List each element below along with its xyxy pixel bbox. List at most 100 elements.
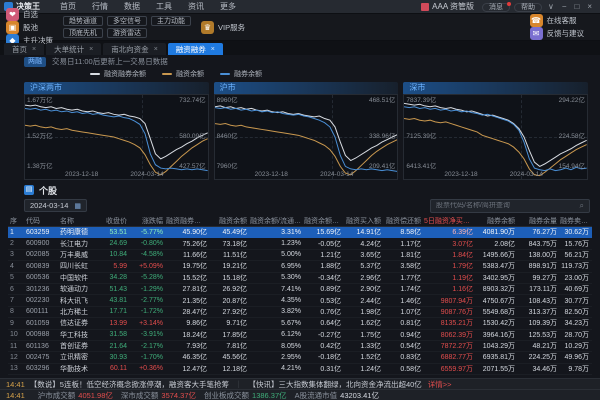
menu-item-资讯[interactable]: 资讯 xyxy=(180,2,212,11)
table-row[interactable]: 6301236软通动力51.43-1.29%27.81亿26.92亿7.41%0… xyxy=(8,284,592,295)
news-ticker[interactable]: 14:41【数说】5连板！低空经济概念掀涨停潮，融资客大手笔抢筹｜【快讯】三大指… xyxy=(0,378,600,389)
legend-item-融券余额: 融券余额 xyxy=(220,69,262,79)
table-row[interactable]: 3002085万丰奥威10.84-4.58%11.66亿11.51亿5.00%1… xyxy=(8,250,592,261)
menu-bar: 首页行情数据工具资讯更多 xyxy=(52,1,244,12)
cell-chg: -0.34亿 xyxy=(304,273,344,283)
column-header-7[interactable]: 融资余额/流通市值 xyxy=(250,216,304,226)
x-axis-label-start: 2023-12-18 xyxy=(65,171,98,178)
x-axis-label-start: 2023-12-18 xyxy=(255,171,288,178)
table-row[interactable]: 1603259药明康德53.51-5.77%45.90亿45.49亿3.31%1… xyxy=(8,227,592,238)
menu-item-行情[interactable]: 行情 xyxy=(84,2,116,11)
column-header-3[interactable]: 收盘价 xyxy=(98,216,130,226)
column-header-8[interactable]: 融资余额增减 xyxy=(304,216,344,226)
table-row[interactable]: 13603296华勤技术60.11+0.36%12.47亿12.18亿4.21%… xyxy=(8,364,592,375)
table-row[interactable]: 5600536中国软件34.28-5.28%15.52亿15.18亿5.30%-… xyxy=(8,273,592,284)
strategy-button-趋势通道[interactable]: 趋势通道 xyxy=(63,16,103,26)
toolbar-item-自选[interactable]: ❤自选 xyxy=(6,8,53,21)
toolbar-item-反馈与建议[interactable]: ✉反馈与建议 xyxy=(530,27,585,40)
cell-chg: -0.27亿 xyxy=(304,330,344,340)
collapse-button[interactable]: ∨ xyxy=(544,2,558,11)
market-ticker[interactable]: 14:41沪市成交额4051.98亿深市成交额3574.37亿创业板成交额138… xyxy=(0,389,600,400)
toolbar-item-股池[interactable]: ▣股池 xyxy=(6,21,53,34)
cell-rq: 5549.68万 xyxy=(476,307,518,317)
tab-close-icon[interactable]: × xyxy=(154,46,158,53)
column-header-2[interactable]: 名称 xyxy=(58,216,98,226)
ticker-headline[interactable]: 【数说】5连板！低空经济概念掀涨停潮，融资客大手笔抢筹 xyxy=(30,379,229,390)
column-header-5[interactable]: 融资融券余额 xyxy=(166,216,210,226)
legend-item-融资融券余额: 融资融券余额 xyxy=(90,69,146,79)
tab-close-icon[interactable]: × xyxy=(211,46,215,53)
column-header-1[interactable]: 代码 xyxy=(24,216,58,226)
tab-close-icon[interactable]: × xyxy=(89,46,93,53)
strategy-button-主力动能[interactable]: 主力动能 xyxy=(151,16,191,26)
document-icon: ▤ xyxy=(24,185,34,195)
tab-大单统计[interactable]: 大单统计× xyxy=(46,43,101,55)
cell-repay: 8.58亿 xyxy=(384,227,424,237)
search-input[interactable] xyxy=(436,202,577,209)
titlebar-button-消息[interactable]: 消息 xyxy=(482,3,510,12)
strategy-button-多空信号[interactable]: 多空信号 xyxy=(107,16,147,26)
tab-首页[interactable]: 首页× xyxy=(4,43,44,55)
cell-rz: 7.81亿 xyxy=(210,341,250,351)
column-header-6[interactable]: 融资余额 xyxy=(210,216,250,226)
cell-rz: 17.85亿 xyxy=(210,330,250,340)
menu-item-更多[interactable]: 更多 xyxy=(212,2,244,11)
table-row[interactable]: 10000988华工科技31.58-3.91%18.24亿17.85亿6.12%… xyxy=(8,330,592,341)
cell-pct: +5.09% xyxy=(130,263,166,270)
chart-plot[interactable]: 1.67万亿1.52万亿1.38万亿732.74亿580.09亿427.57亿2… xyxy=(24,94,209,180)
menu-item-数据[interactable]: 数据 xyxy=(116,2,148,11)
cell-name: 信达证券 xyxy=(58,318,98,328)
column-header-0[interactable]: 序 xyxy=(8,216,24,226)
market-stat-value: 3574.37亿 xyxy=(161,390,196,400)
column-header-12[interactable]: 融券余额 xyxy=(476,216,518,226)
menu-item-工具[interactable]: 工具 xyxy=(148,2,180,11)
tab-南北向资金[interactable]: 南北向资金× xyxy=(103,43,166,55)
toolbar-item-在线客服[interactable]: ☎在线客服 xyxy=(530,14,585,27)
column-header-14[interactable]: 融券卖出量 xyxy=(560,216,592,226)
ticker-time: 14:41 xyxy=(6,380,25,389)
table-row[interactable]: 7002230科大讯飞43.81-2.77%21.35亿20.87亿4.35%0… xyxy=(8,295,592,306)
strategy-button-游资雷达[interactable]: 游资雷达 xyxy=(107,28,147,38)
legend-item-融资余额: 融资余额 xyxy=(162,69,204,79)
ticker-detail-link[interactable]: 详情>> xyxy=(428,379,452,390)
tab-融资融券[interactable]: 融资融券× xyxy=(168,43,223,55)
left-axis-label: 6413.41亿 xyxy=(406,163,436,170)
titlebar-button-帮助[interactable]: 帮助 xyxy=(514,3,542,12)
table-row[interactable]: 12002475立讯精密30.93-1.70%46.35亿45.56亿2.95%… xyxy=(8,352,592,363)
column-header-11[interactable]: 5日融资净买入额↓ xyxy=(424,216,476,226)
cell-rzrq: 46.35亿 xyxy=(166,352,210,362)
cell-price: 60.11 xyxy=(98,365,130,372)
table-row[interactable]: 8600111北方稀土17.71-1.72%28.47亿27.92亿3.82%0… xyxy=(8,307,592,318)
close-button[interactable]: × xyxy=(583,2,596,11)
cell-ratio: 4.21% xyxy=(250,365,304,372)
cell-rzrq: 28.47亿 xyxy=(166,307,210,317)
ticker-headline[interactable]: 【快讯】三大指数集体翻绿，北向资金净流出超40亿 xyxy=(248,379,421,390)
column-header-13[interactable]: 融券余量 xyxy=(518,216,560,226)
account-info[interactable]: AAA 资管版 xyxy=(421,1,474,12)
cell-buy: 3.65亿 xyxy=(344,250,384,260)
table-row[interactable]: 4600839四川长虹5.99+5.09%19.75亿19.21亿6.95%1.… xyxy=(8,261,592,272)
cell-rzrq: 11.66亿 xyxy=(166,250,210,260)
maximize-button[interactable]: □ xyxy=(570,2,583,11)
minimize-button[interactable]: − xyxy=(558,2,571,11)
column-header-9[interactable]: 融资买入额 xyxy=(344,216,384,226)
table-row[interactable]: 11601136首创证券21.64-2.17%7.93亿7.81亿8.05%0.… xyxy=(8,341,592,352)
tab-close-icon[interactable]: × xyxy=(32,46,36,53)
cell-name: 万丰奥威 xyxy=(58,250,98,260)
strategy-button-顶底先机[interactable]: 顶底先机 xyxy=(63,28,103,38)
cell-ratio: 3.82% xyxy=(250,308,304,315)
table-row[interactable]: 2600900长江电力24.69-0.80%75.26亿73.18亿1.23%-… xyxy=(8,238,592,249)
cell-repay: 0.83亿 xyxy=(384,352,424,362)
table-row[interactable]: 9601059信达证券13.99+3.14%9.86亿9.71亿5.67%0.6… xyxy=(8,318,592,329)
stock-search[interactable]: ⌕ xyxy=(430,199,590,213)
column-header-4[interactable]: 涨跌幅 xyxy=(130,216,166,226)
toolbar-item-VIP服务[interactable]: ♛VIP服务 xyxy=(201,21,245,34)
date-picker[interactable]: 2024-03-14 ▦ xyxy=(24,199,87,212)
cell-ratio: 6.12% xyxy=(250,331,304,338)
cell-rqsell: 10.29万 xyxy=(560,341,592,351)
chart-plot[interactable]: 7837.39亿7125.39亿6413.41亿294.22亿224.58亿15… xyxy=(403,94,588,180)
toolbar-label: VIP服务 xyxy=(218,22,245,33)
column-header-10[interactable]: 融资偿还额 xyxy=(384,216,424,226)
chart-plot[interactable]: 8960亿8460亿7960亿468.51亿338.96亿209.41亿2023… xyxy=(214,94,399,180)
table-header-row: 序代码名称收盘价涨跌幅融资融券余额融资余额融资余额/流通市值融资余额增减融资买入… xyxy=(8,215,592,227)
